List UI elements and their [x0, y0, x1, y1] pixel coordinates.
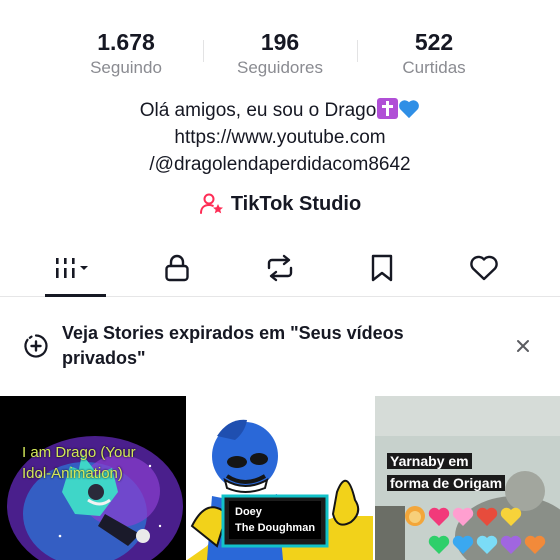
stat-divider	[203, 40, 204, 62]
tab-reposts[interactable]	[240, 240, 320, 296]
tab-favorites[interactable]	[342, 240, 422, 296]
expired-stories-banner[interactable]: Veja Stories expirados em "Seus vídeos p…	[0, 297, 560, 394]
followers-count: 196	[260, 29, 300, 55]
grid-icon	[56, 258, 88, 278]
profile-tabs	[0, 240, 560, 297]
followers-stat[interactable]: 196 Seguidores	[215, 28, 345, 79]
close-icon[interactable]	[510, 333, 536, 359]
video-caption: Yarnaby em forma de Origam	[387, 450, 506, 494]
video-caption-line-1: Yarnaby em	[387, 453, 472, 469]
tab-private[interactable]	[137, 240, 217, 296]
tab-videos[interactable]	[35, 240, 115, 296]
bio-link-line-1[interactable]: https://www.youtube.com	[0, 124, 560, 151]
following-label: Seguindo	[90, 58, 162, 77]
video-thumbnail[interactable]: Yarnaby em forma de Origam	[375, 396, 560, 560]
video-caption-line-2: The Doughman	[235, 522, 316, 534]
video-thumbnail[interactable]: Doey The Doughman	[187, 396, 373, 560]
video-caption-line-2: forma de Origam	[387, 475, 506, 491]
emoji-hearts	[405, 506, 546, 554]
following-count: 1.678	[97, 29, 155, 55]
likes-count: 522	[414, 29, 454, 55]
following-stat[interactable]: 1.678 Seguindo	[61, 28, 191, 79]
tab-liked[interactable]	[444, 240, 524, 296]
video-thumbnail[interactable]: I am Drago (Your Idol-Animation)	[0, 396, 186, 560]
tiktok-studio-label: TikTok Studio	[230, 192, 362, 215]
banner-message: Veja Stories expirados em "Seus vídeos p…	[62, 323, 404, 368]
profile-bio: Olá amigos, eu sou o Drago https://www.y…	[0, 97, 560, 178]
bio-text-1: Olá amigos, eu sou o Drago	[139, 100, 377, 121]
video-grid: I am Drago (Your Idol-Animation) Doey Th…	[0, 396, 560, 560]
video-caption-line-1: Doey	[235, 506, 262, 518]
repost-icon	[267, 254, 293, 282]
bio-link-line-2[interactable]: /@dragolendaperdidacom8642	[0, 151, 560, 178]
profile-stats: 1.678 Seguindo 196 Seguidores 522 Curtid…	[0, 28, 560, 84]
heart-icon	[470, 255, 498, 281]
bookmark-icon	[371, 254, 393, 282]
user-star-icon	[199, 193, 223, 214]
stat-divider	[357, 40, 358, 62]
likes-stat[interactable]: 522 Curtidas	[369, 28, 499, 79]
bio-line-1: Olá amigos, eu sou o Drago	[0, 97, 560, 124]
likes-label: Curtidas	[402, 58, 466, 77]
followers-label: Seguidores	[236, 58, 323, 77]
lock-icon	[165, 254, 189, 282]
cross-emoji	[377, 98, 399, 119]
tiktok-studio-link[interactable]: TikTok Studio	[0, 192, 560, 222]
chevron-down-icon	[80, 266, 88, 270]
video-caption: I am Drago (Your Idol-Animation)	[22, 444, 136, 482]
blue-heart-emoji	[399, 100, 420, 119]
story-plus-icon	[24, 334, 48, 358]
video-caption: Doey The Doughman	[229, 501, 322, 539]
